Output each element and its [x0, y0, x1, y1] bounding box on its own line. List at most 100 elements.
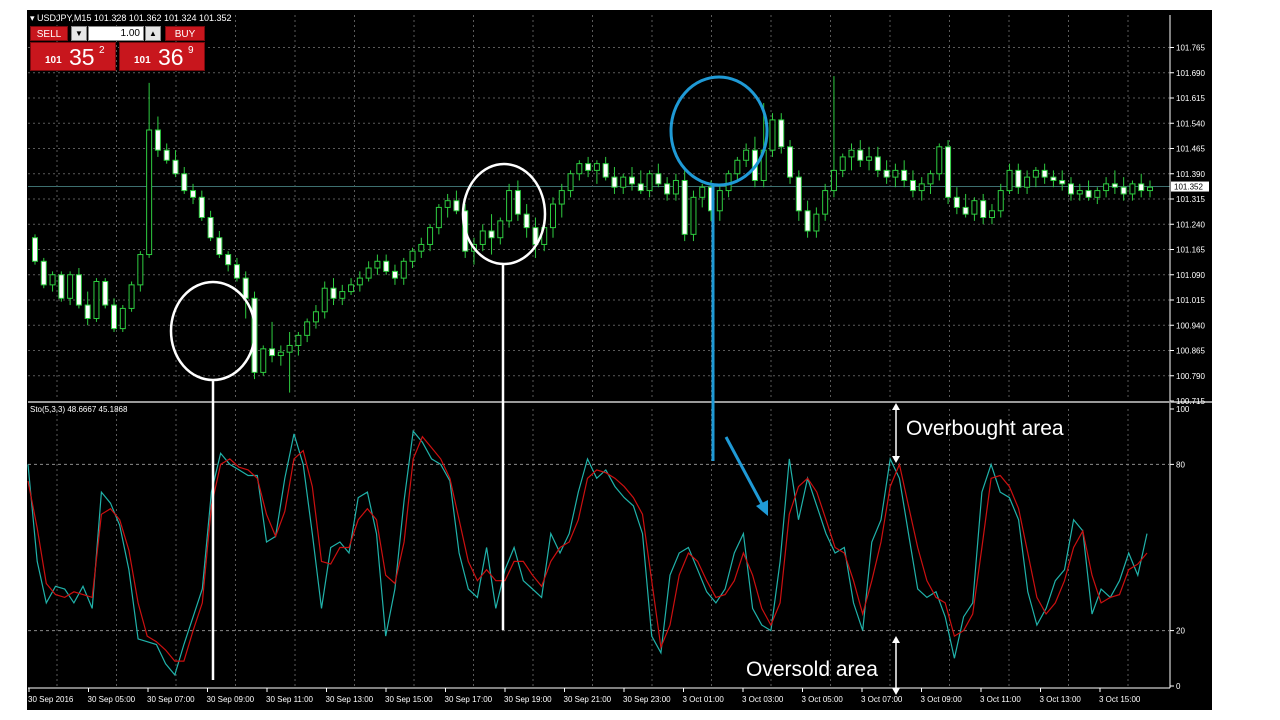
buy-price-prefix: 101	[134, 55, 151, 66]
candle-body	[892, 169, 899, 178]
candle-body	[1076, 190, 1083, 195]
lot-size-input[interactable]: 1.00	[88, 26, 144, 41]
candle-body	[260, 348, 267, 373]
sell-price-button[interactable]: 101 35 2	[30, 42, 116, 71]
candle-body	[945, 146, 952, 198]
candle-body	[102, 280, 109, 306]
candle-body	[664, 183, 671, 195]
time-tick-label: 3 Oct 03:00	[742, 695, 784, 704]
time-tick-label: 3 Oct 13:00	[1040, 695, 1082, 704]
candle-body	[936, 146, 943, 175]
candle-body	[857, 149, 864, 161]
candle-body	[137, 254, 144, 286]
candle-body	[699, 186, 706, 198]
candle-body	[1129, 183, 1136, 195]
time-tick-label: 3 Oct 01:00	[683, 695, 725, 704]
candle-body	[567, 173, 574, 192]
candle-body	[383, 260, 390, 272]
candle-body	[225, 254, 232, 266]
price-tick-label: 100.790	[1176, 372, 1205, 381]
lot-decrease-button[interactable]: ▼	[71, 26, 87, 41]
candle-body	[1050, 176, 1057, 181]
candle-body	[198, 196, 205, 219]
candle-body	[839, 156, 846, 171]
stochastic-tick-label: 80	[1176, 460, 1185, 469]
time-tick-label: 30 Sep 21:00	[564, 695, 612, 704]
candle-body	[523, 213, 530, 229]
candle-body	[611, 176, 618, 188]
candle-body	[339, 291, 346, 299]
candle-body	[1067, 183, 1074, 195]
candle-body	[32, 237, 38, 262]
candle-body	[233, 264, 240, 279]
candle-body	[909, 179, 916, 192]
price-tick-label: 101.690	[1176, 69, 1205, 78]
candle-body	[1138, 183, 1145, 192]
candle-body	[506, 190, 513, 222]
lot-increase-button[interactable]: ▲	[145, 26, 161, 41]
time-tick-label: 3 Oct 05:00	[802, 695, 844, 704]
candle-body	[980, 200, 987, 219]
candle-body	[58, 274, 65, 299]
candle-body	[400, 260, 407, 279]
candle-body	[848, 149, 855, 158]
sell-price-pips: 35	[69, 44, 95, 70]
candle-body	[778, 119, 785, 148]
time-tick-label: 30 Sep 07:00	[147, 695, 195, 704]
candle-body	[795, 176, 802, 212]
sell-button[interactable]: SELL	[30, 26, 68, 41]
candle-body	[672, 179, 679, 195]
candle-body	[830, 169, 837, 192]
buy-button[interactable]: BUY	[165, 26, 205, 41]
candle-body	[427, 227, 434, 245]
candle-body	[602, 163, 609, 178]
candle-body	[637, 183, 644, 192]
candle-body	[681, 179, 688, 235]
candle-body	[1032, 169, 1039, 178]
candle-body	[146, 129, 153, 256]
candle-body	[93, 280, 100, 320]
candle-body	[154, 129, 161, 151]
buy-price-button[interactable]: 101 36 9	[119, 42, 205, 71]
candle-body	[453, 200, 460, 212]
price-tick-label: 101.615	[1176, 94, 1205, 103]
candle-body	[172, 159, 179, 175]
candle-body	[330, 287, 337, 299]
time-tick-label: 30 Sep 2016	[28, 695, 74, 704]
candle-body	[918, 183, 925, 192]
price-tick-label: 101.765	[1176, 44, 1205, 53]
time-tick-label: 30 Sep 15:00	[385, 695, 433, 704]
candle-body	[813, 213, 820, 232]
candle-body	[181, 173, 188, 192]
candle-body	[269, 348, 276, 357]
candle-body	[418, 243, 425, 252]
candle-body	[549, 203, 556, 229]
oversold-label: Oversold area	[746, 658, 878, 681]
candle-body	[620, 176, 627, 188]
candle-body	[312, 311, 319, 323]
candle-body	[1103, 183, 1110, 192]
candle-body	[576, 163, 583, 175]
candle-body	[128, 284, 135, 309]
candle-body	[40, 260, 47, 286]
candle-body	[743, 149, 750, 161]
chart-canvas: 101.765 101.690 101.615 101.540 101.465 101.3…	[27, 10, 1212, 710]
candle-body	[585, 163, 592, 171]
sell-price-fraction: 2	[99, 45, 105, 56]
candle-body	[348, 284, 355, 293]
candle-body	[374, 260, 381, 269]
price-tick-label: 101.390	[1176, 170, 1205, 179]
price-axis: 101.765 101.690 101.615 101.540 101.465 101.3…	[1170, 44, 1209, 406]
candle-body	[444, 200, 451, 208]
stochastic-tick-label: 0	[1176, 682, 1181, 691]
candle-body	[1094, 190, 1101, 198]
candle-body	[874, 156, 881, 171]
one-click-trading-panel: SELL ▼ 1.00 ▲ BUY 101 35 2 101 36 9	[30, 26, 205, 71]
overbought-label: Overbought area	[906, 417, 1064, 440]
candle-body	[883, 169, 890, 178]
candle-body	[1015, 169, 1022, 188]
candle-body	[804, 210, 811, 232]
candle-body	[787, 146, 794, 178]
sell-price-prefix: 101	[45, 55, 62, 66]
candle-body	[365, 267, 372, 279]
